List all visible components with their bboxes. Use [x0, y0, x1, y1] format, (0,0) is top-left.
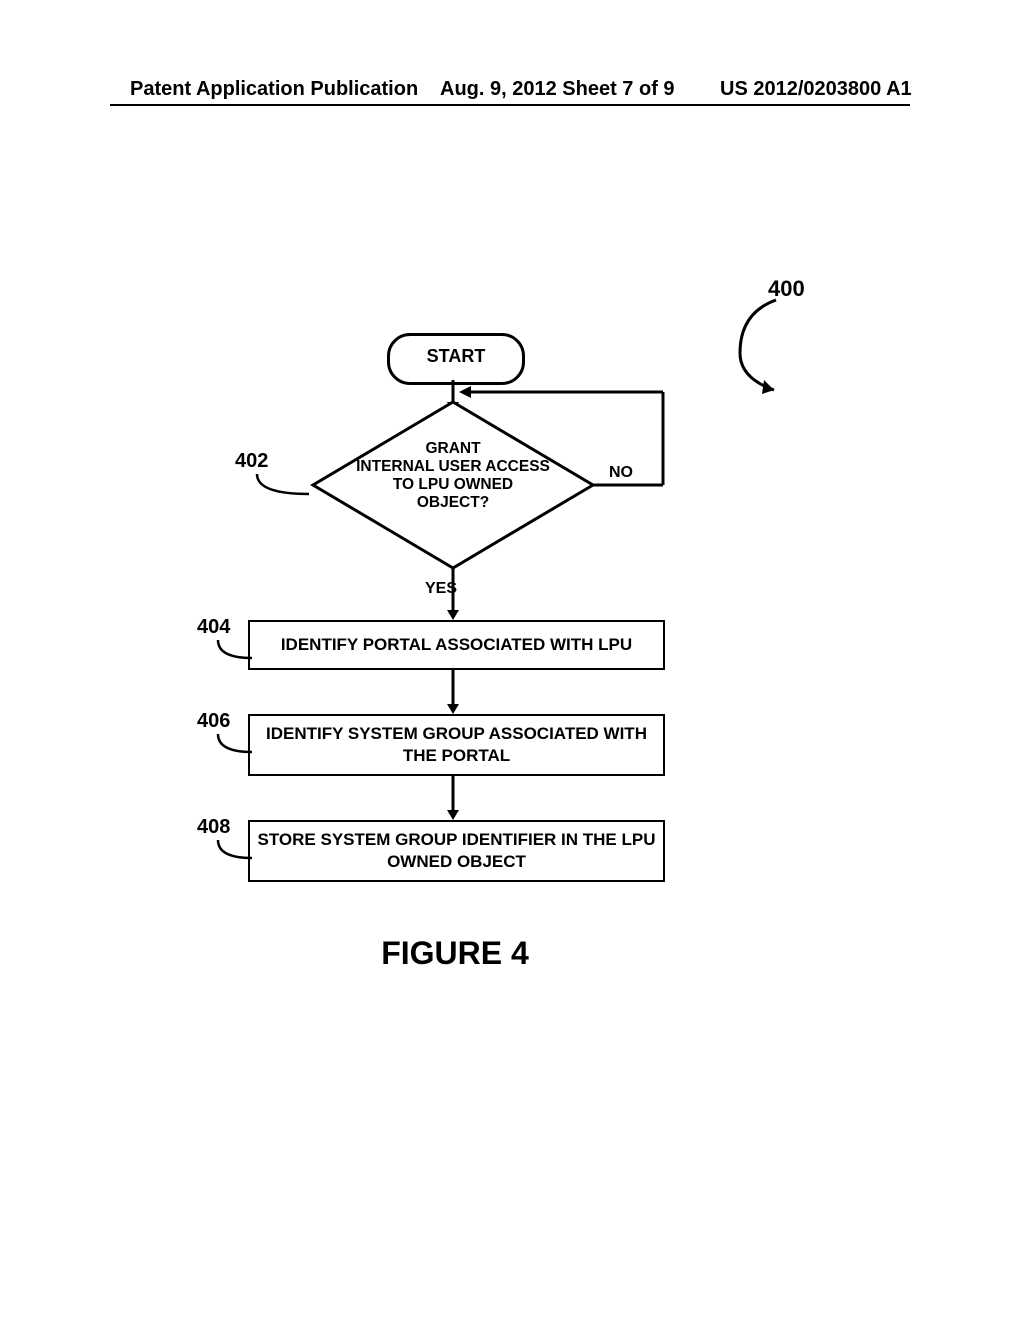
- start-node: START: [387, 333, 525, 385]
- figure-caption: FIGURE 4: [200, 935, 710, 972]
- ref-404: 404: [197, 616, 230, 639]
- step-406-text: IDENTIFY SYSTEM GROUP ASSOCIATED WITH TH…: [250, 723, 663, 767]
- arrow-406-to-408: [450, 774, 458, 824]
- step-406: IDENTIFY SYSTEM GROUP ASSOCIATED WITH TH…: [248, 714, 665, 776]
- step-404-text: IDENTIFY PORTAL ASSOCIATED WITH LPU: [281, 634, 632, 656]
- figure-ref-arrow: [730, 298, 810, 398]
- header-mid: Aug. 9, 2012 Sheet 7 of 9: [440, 78, 675, 101]
- arrow-decision-to-404: [450, 568, 458, 626]
- step-404: IDENTIFY PORTAL ASSOCIATED WITH LPU: [248, 620, 665, 670]
- header-right: US 2012/0203800 A1: [720, 78, 912, 101]
- header-left: Patent Application Publication: [130, 78, 418, 101]
- no-loop-path: [453, 388, 673, 498]
- ref-404-lead: [216, 638, 256, 664]
- ref-406: 406: [197, 710, 230, 733]
- figure-400: 400 START GRANT INTERNAL USER ACCESS TO …: [200, 280, 850, 1000]
- step-408: STORE SYSTEM GROUP IDENTIFIER IN THE LPU…: [248, 820, 665, 882]
- arrow-404-to-406: [450, 668, 458, 718]
- ref-402-lead: [255, 472, 311, 502]
- step-408-text: STORE SYSTEM GROUP IDENTIFIER IN THE LPU…: [250, 829, 663, 873]
- ref-408-lead: [216, 838, 256, 864]
- ref-402: 402: [235, 450, 268, 473]
- ref-406-lead: [216, 732, 256, 758]
- ref-408: 408: [197, 816, 230, 839]
- header-rule: [110, 104, 910, 106]
